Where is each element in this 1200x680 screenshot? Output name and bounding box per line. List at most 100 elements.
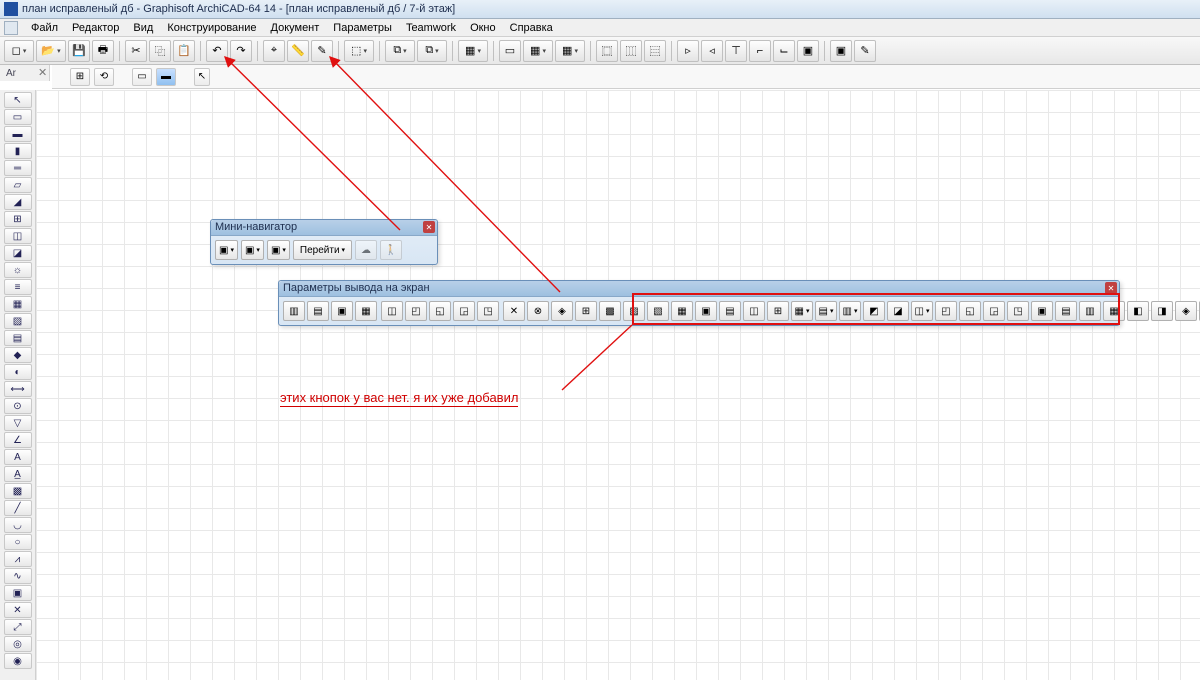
disp-opt1[interactable]: ▥: [283, 301, 305, 321]
tool-arrow[interactable]: ↖: [4, 92, 32, 108]
qb-pointer[interactable]: ↖: [194, 68, 210, 86]
wand-button[interactable]: ✎: [311, 40, 333, 62]
mini-navigator-palette[interactable]: Мини-навигатор ✕ ▣ ▣ ▣ Перейти ☁ 🚶: [210, 219, 438, 265]
tool-window[interactable]: ⊞: [4, 211, 32, 227]
disp-o2[interactable]: ⊗: [527, 301, 549, 321]
pick-button[interactable]: ⌖: [263, 40, 285, 62]
disp-new-2[interactable]: ▤: [719, 301, 741, 321]
tool-angle[interactable]: ∠: [4, 432, 32, 448]
tool-roof[interactable]: ◢: [4, 194, 32, 210]
disp-new-4[interactable]: ⊞: [767, 301, 789, 321]
palette-close-icon[interactable]: ✕: [423, 221, 435, 233]
menu-options[interactable]: Параметры: [326, 20, 399, 36]
disp-new-12[interactable]: ◱: [959, 301, 981, 321]
trace-button[interactable]: ⧉: [385, 40, 415, 62]
disp-new-17[interactable]: ▥: [1079, 301, 1101, 321]
tool-radial[interactable]: ⊙: [4, 398, 32, 414]
tool-wall[interactable]: ▬: [4, 126, 32, 142]
disp-o7[interactable]: ▧: [647, 301, 669, 321]
tool-door[interactable]: ◫: [4, 228, 32, 244]
layer2-button[interactable]: ▦: [523, 40, 553, 62]
tool-stair[interactable]: ≡: [4, 279, 32, 295]
tool-morph[interactable]: ◆: [4, 347, 32, 363]
menu-design[interactable]: Конструирование: [160, 20, 263, 36]
tool-marquee[interactable]: ▭: [4, 109, 32, 125]
menu-help[interactable]: Справка: [503, 20, 560, 36]
new-button[interactable]: ◻: [4, 40, 34, 62]
tool-zone[interactable]: ▨: [4, 313, 32, 329]
disp-new-7[interactable]: ▥: [839, 301, 861, 321]
cut-button[interactable]: ✂: [125, 40, 147, 62]
nav-btn-2[interactable]: ▣: [241, 240, 264, 260]
disp-opt8[interactable]: ◲: [453, 301, 475, 321]
palette-title[interactable]: Мини-навигатор ✕: [211, 220, 437, 236]
disp-o4[interactable]: ⊞: [575, 301, 597, 321]
disp-o8[interactable]: ▦: [671, 301, 693, 321]
disp-opt7[interactable]: ◱: [429, 301, 451, 321]
tool-section[interactable]: ⤢: [4, 619, 32, 635]
tool-polyline[interactable]: ⩘: [4, 551, 32, 567]
menu-edit[interactable]: Редактор: [65, 20, 126, 36]
disp-opt3[interactable]: ▣: [331, 301, 353, 321]
layer3-button[interactable]: ▦: [555, 40, 585, 62]
palette-title[interactable]: Параметры вывода на экран ✕: [279, 281, 1119, 297]
qb-blue[interactable]: ▬: [156, 68, 176, 86]
disp-opt2[interactable]: ▤: [307, 301, 329, 321]
tool-hotspot[interactable]: ✕: [4, 602, 32, 618]
tw6-button[interactable]: ▣: [797, 40, 819, 62]
paste-button[interactable]: 📋: [173, 40, 195, 62]
view2-button[interactable]: ⿲: [620, 40, 642, 62]
disp-new-11[interactable]: ◰: [935, 301, 957, 321]
disp-new-10[interactable]: ◫: [911, 301, 933, 321]
menu-view[interactable]: Вид: [126, 20, 160, 36]
qb-rotate[interactable]: ⟲: [94, 68, 114, 86]
nav-walk-icon[interactable]: 🚶: [380, 240, 402, 260]
fav-button[interactable]: ▣: [830, 40, 852, 62]
tool-fill[interactable]: ▩: [4, 483, 32, 499]
tool-column[interactable]: ▮: [4, 143, 32, 159]
tool-arc[interactable]: ◡: [4, 517, 32, 533]
tool-dim[interactable]: ⟷: [4, 381, 32, 397]
disp-new-21[interactable]: ◈: [1175, 301, 1197, 321]
drawing-canvas[interactable]: [36, 90, 1200, 680]
tw5-button[interactable]: ⌙: [773, 40, 795, 62]
nav-user-icon[interactable]: ☁: [355, 240, 377, 260]
tool-level[interactable]: ▽: [4, 415, 32, 431]
pen-button[interactable]: ✎: [854, 40, 876, 62]
disp-new-8[interactable]: ◩: [863, 301, 885, 321]
group-a-button[interactable]: ⬚: [344, 40, 374, 62]
tool-spline[interactable]: ∿: [4, 568, 32, 584]
doc-tab[interactable]: Ar: [6, 68, 16, 79]
trace2-button[interactable]: ⧉: [417, 40, 447, 62]
tool-circle[interactable]: ○: [4, 534, 32, 550]
disp-opt6[interactable]: ◰: [405, 301, 427, 321]
tool-curtain[interactable]: ▤: [4, 330, 32, 346]
print-button[interactable]: 🖶: [92, 40, 114, 62]
redo-button[interactable]: ↷: [230, 40, 252, 62]
menu-file[interactable]: Файл: [24, 20, 65, 36]
tab-close-icon[interactable]: ✕: [38, 66, 47, 79]
disp-new-13[interactable]: ◲: [983, 301, 1005, 321]
menu-document[interactable]: Документ: [264, 20, 327, 36]
tool-shell[interactable]: ◐: [4, 364, 32, 380]
grid-button[interactable]: ▦: [458, 40, 488, 62]
tw1-button[interactable]: ▹: [677, 40, 699, 62]
tool-label[interactable]: A̲: [4, 466, 32, 482]
tool-object[interactable]: ◪: [4, 245, 32, 261]
tool-detail[interactable]: ◎: [4, 636, 32, 652]
tw2-button[interactable]: ◃: [701, 40, 723, 62]
tool-slab[interactable]: ▱: [4, 177, 32, 193]
disp-new-1[interactable]: ▣: [695, 301, 717, 321]
disp-opt4[interactable]: ▦: [355, 301, 377, 321]
disp-o5[interactable]: ▩: [599, 301, 621, 321]
copy-button[interactable]: ⿻: [149, 40, 171, 62]
undo-button[interactable]: ↶: [206, 40, 228, 62]
tool-lamp[interactable]: ☼: [4, 262, 32, 278]
layer1-button[interactable]: ▭: [499, 40, 521, 62]
nav-go-button[interactable]: Перейти: [293, 240, 352, 260]
view1-button[interactable]: ⿴: [596, 40, 618, 62]
mdi-icon[interactable]: [4, 21, 18, 35]
open-button[interactable]: 📂: [36, 40, 66, 62]
nav-btn-3[interactable]: ▣: [267, 240, 290, 260]
tool-mesh[interactable]: ▦: [4, 296, 32, 312]
